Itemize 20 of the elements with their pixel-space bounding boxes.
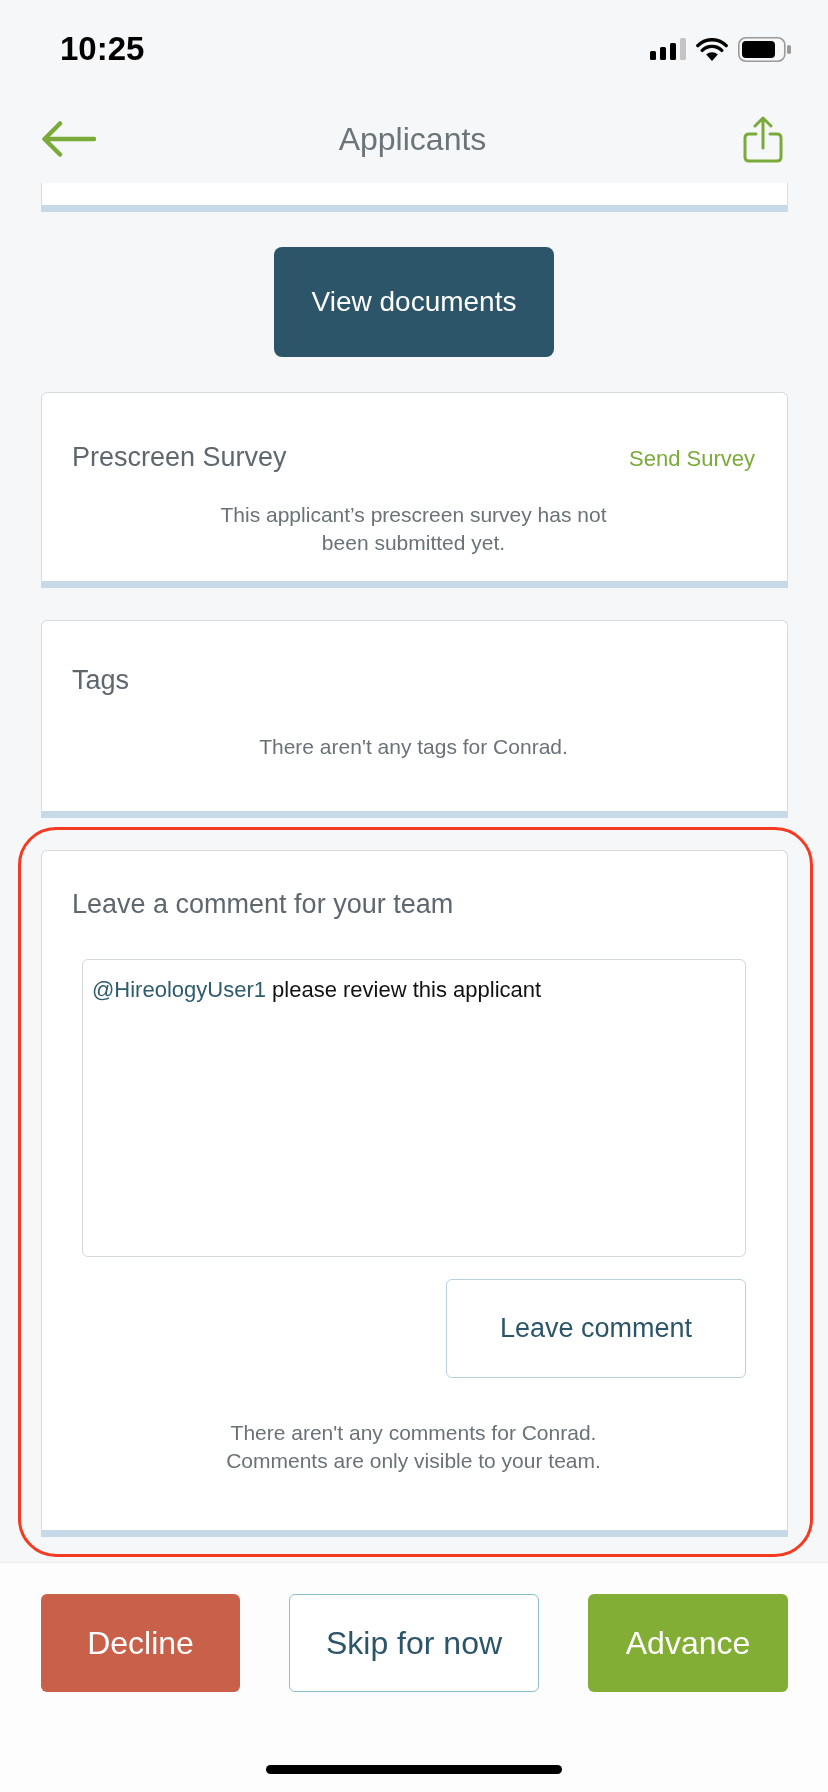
share-icon[interactable] [743,115,783,163]
empty-state-message: There aren't any comments for Conrad. Comments are only visible to your team. [225,1420,602,1474]
section-title: Tags [72,664,130,697]
battery-icon [738,36,791,62]
signal-icon [650,38,686,60]
empty-state-message: This applicant’s prescreen survey has not been submitted yet. [219,502,608,556]
wifi-icon [696,37,728,61]
back-arrow-icon[interactable] [42,121,96,157]
skip-button[interactable]: Skip for now [289,1594,539,1692]
mention-text: @HireologyUser1 [92,977,266,1002]
comment-text: please review this applicant [272,977,542,1002]
screen-title: Applicants [338,120,487,159]
section-title: Prescreen Survey [72,441,287,474]
empty-state-message: There aren't any tags for Conrad. [259,734,568,760]
decline-button[interactable]: Decline [41,1594,240,1692]
section-title: Leave a comment for your team [72,888,454,921]
status-time: 10:25 [60,29,145,69]
leave-comment-button[interactable]: Leave comment [446,1279,746,1378]
view-documents-button[interactable]: View documents [274,247,554,357]
comment-field[interactable]: @HireologyUser1 please review this applicant [82,959,746,1257]
